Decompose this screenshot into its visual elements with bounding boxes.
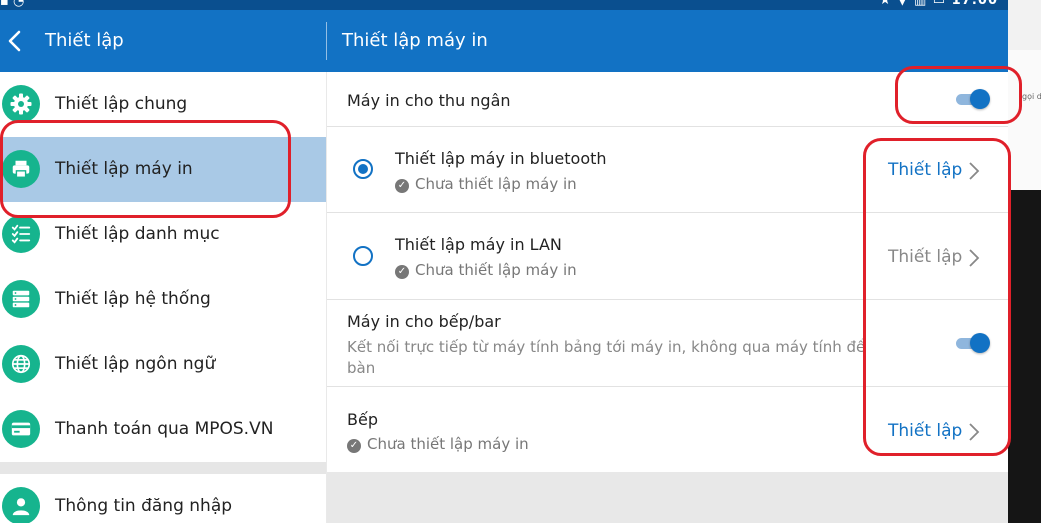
check-circle-icon: ✓ [395,265,409,279]
lan-status: Chưa thiết lập máy in [415,261,577,279]
lan-printer-row: Thiết lập máy in LAN ✓ Chưa thiết lập máy… [327,213,1008,300]
gear-icon [10,93,32,115]
sidebar-item-printer[interactable]: Thiết lập máy in [0,137,326,202]
star-icon: ★ [879,0,892,8]
cashier-printer-title: Máy in cho thu ngân [347,91,511,110]
settings-card: Máy in cho thu ngân Thiết lập máy in blu… [327,72,1008,472]
kitchen-status: Chưa thiết lập máy in [367,435,529,453]
cashier-printer-toggle[interactable] [954,88,990,110]
lan-title: Thiết lập máy in LAN [395,235,562,254]
notification-icons: ▪ ◔ [0,0,25,9]
sidebar-item-label: Thiết lập hệ thống [55,289,211,309]
sidebar: Thiết lập chung Thiết lập máy in Thiết l… [0,72,326,523]
clock-text: 17:00 [951,0,998,8]
checklist-icon [11,224,31,244]
lan-radio[interactable] [353,246,373,266]
sidebar-item-general[interactable]: Thiết lập chung [0,72,326,137]
battery-icon: ▭ [932,0,947,8]
sidebar-item-label: Thông tin đăng nhập [55,496,233,516]
bluetooth-radio[interactable] [353,159,373,179]
kitchen-printer-toggle[interactable] [954,332,990,354]
tablet-app: ▪ ◔ ★ ▼ ▥ ▭ 17:00 Thiết lập Thiết lập má… [0,0,1008,523]
cashier-printer-row: Máy in cho thu ngân [327,72,1008,127]
back-button[interactable] [4,29,26,53]
status-bar: ▪ ◔ ★ ▼ ▥ ▭ 17:00 [0,0,1008,10]
background-window-text: gọi d [1022,92,1041,101]
sidebar-item-label: Thiết lập máy in [55,159,193,179]
bluetooth-title: Thiết lập máy in bluetooth [395,149,607,168]
user-icon [12,498,30,516]
check-circle-icon: ✓ [347,439,361,453]
signal-icon: ▥ [913,0,928,8]
check-circle-icon: ✓ [395,179,409,193]
sidebar-item-language[interactable]: Thiết lập ngôn ngữ [0,332,326,397]
bluetooth-printer-row: Thiết lập máy in bluetooth ✓ Chưa thiết l… [327,127,1008,213]
sidebar-item-login-info[interactable]: Thông tin đăng nhập [0,474,326,523]
kitchen-printer-row: Máy in cho bếp/bar Kết nối trực tiếp từ … [327,300,1008,387]
sidebar-item-categories[interactable]: Thiết lập danh mục [0,202,326,267]
lan-setup-button[interactable]: Thiết lập [888,247,962,267]
sidebar-item-label: Thiết lập ngôn ngữ [55,354,216,374]
wifi-icon: ▼ [897,0,909,8]
card-icon [11,422,31,436]
sidebar-item-label: Thiết lập chung [55,94,188,114]
printer-icon [12,160,30,178]
kitchen-title: Bếp [347,410,378,429]
kitchen-setup-button[interactable]: Thiết lập [888,421,962,441]
kitchen-row: Bếp ✓ Chưa thiết lập máy in Thiết lập [327,387,1008,472]
bluetooth-status: Chưa thiết lập máy in [415,175,577,193]
sidebar-item-mpos[interactable]: Thanh toán qua MPOS.VN [0,397,326,462]
chevron-left-icon [8,30,21,52]
sidebar-item-system[interactable]: Thiết lập hệ thống [0,267,326,332]
background-window: gọi d [1008,0,1041,523]
chevron-right-icon [969,249,980,267]
kitchen-printer-title: Máy in cho bếp/bar [347,312,501,331]
chevron-right-icon [969,162,980,180]
chevron-right-icon [969,423,980,441]
printer-settings-panel: Máy in cho thu ngân Thiết lập máy in blu… [327,72,1008,523]
sidebar-item-label: Thiết lập danh mục [55,224,220,244]
app-bar-divider [326,22,327,60]
sidebar-separator [0,462,326,474]
page-title: Thiết lập máy in [342,30,488,51]
bluetooth-setup-button[interactable]: Thiết lập [888,160,962,180]
settings-title: Thiết lập [45,30,124,51]
globe-icon [11,354,31,374]
sidebar-item-label: Thanh toán qua MPOS.VN [55,419,274,439]
app-bar: Thiết lập Thiết lập máy in [0,10,1008,72]
server-icon [12,290,30,308]
kitchen-printer-description: Kết nối trực tiếp từ máy tính bảng tới m… [347,338,866,377]
